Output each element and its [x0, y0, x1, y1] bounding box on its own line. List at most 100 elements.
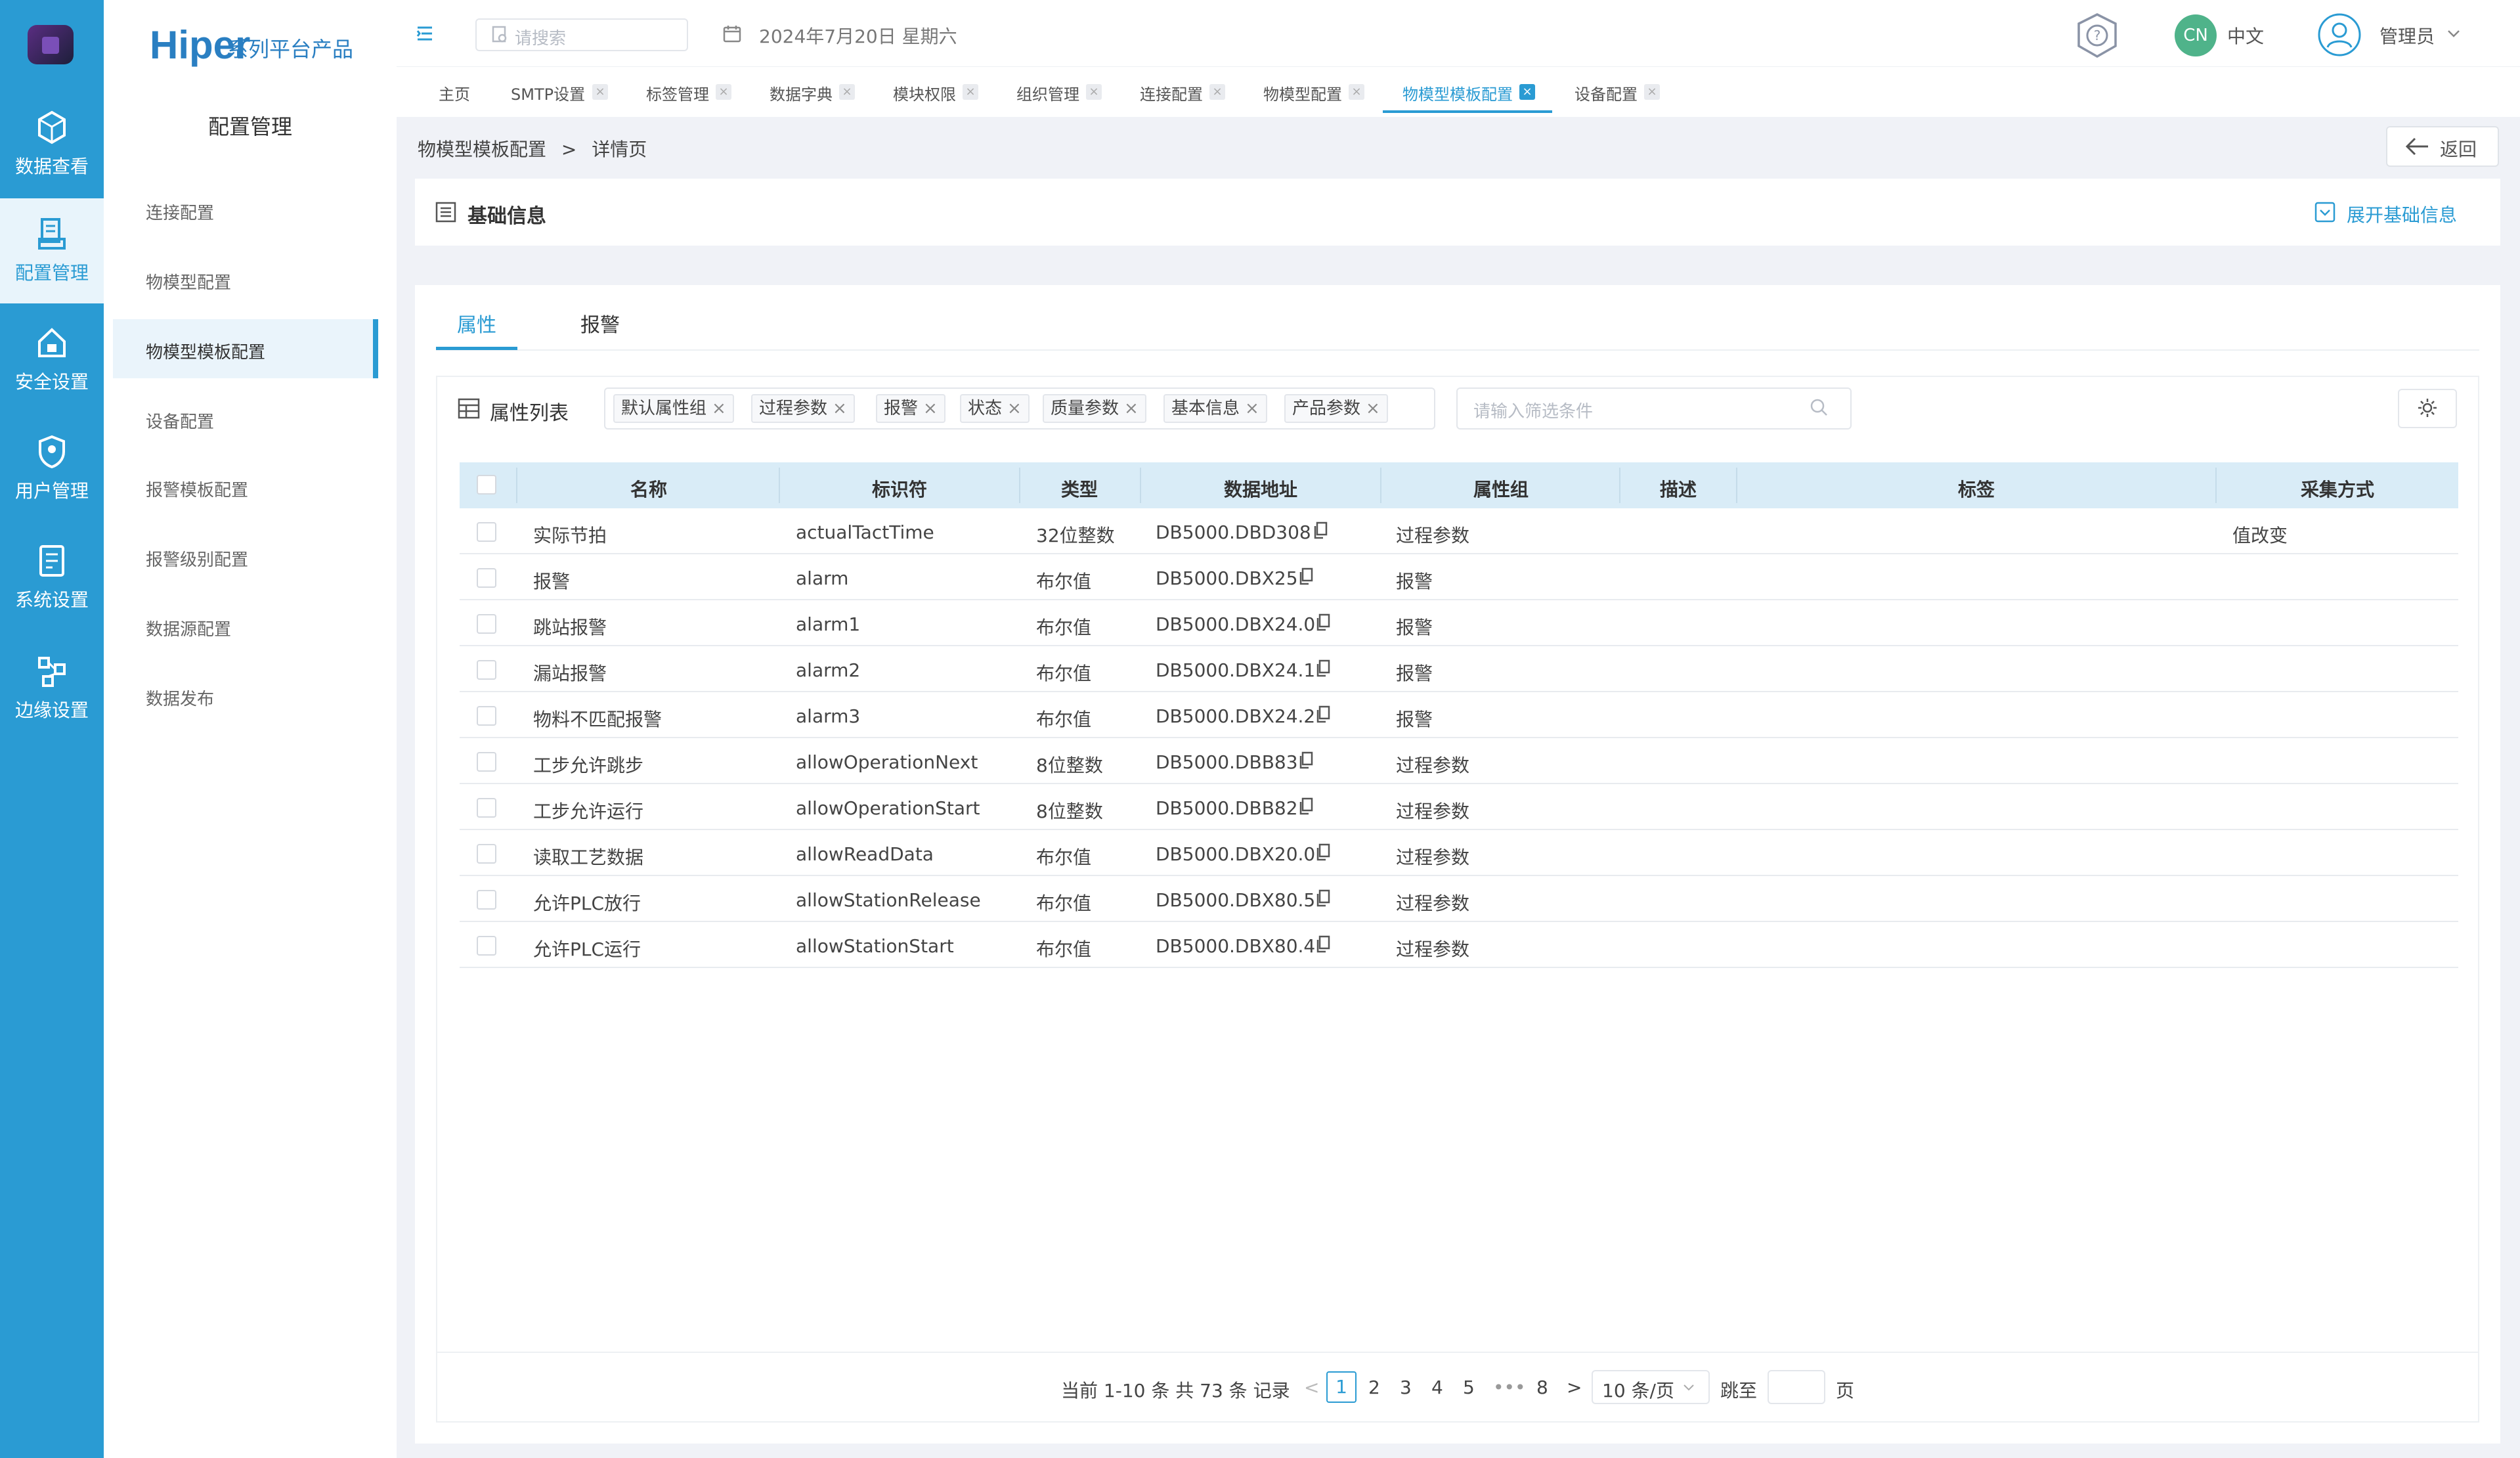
rail-item-system[interactable]: 系统设置: [0, 525, 104, 630]
jump-page-input[interactable]: [1768, 1370, 1825, 1404]
column-header-collect-mode[interactable]: 采集方式: [2217, 475, 2458, 502]
close-icon[interactable]: ×: [1366, 399, 1380, 418]
rail-item-data-view[interactable]: 数据查看: [0, 92, 104, 197]
sidebar-item-thing-template[interactable]: 物模型模板配置: [146, 339, 265, 363]
page-button[interactable]: 4: [1431, 1377, 1443, 1398]
tab-tags[interactable]: 标签管理: [646, 81, 709, 104]
copy-icon[interactable]: [1316, 613, 1330, 632]
row-checkbox[interactable]: [477, 660, 496, 680]
copy-icon[interactable]: [1316, 843, 1330, 862]
copy-icon[interactable]: [1316, 935, 1330, 954]
row-checkbox[interactable]: [477, 936, 496, 956]
breadcrumb-parent[interactable]: 物模型模板配置: [418, 139, 546, 160]
copy-icon[interactable]: [1316, 659, 1330, 678]
page-button-last[interactable]: 8: [1536, 1377, 1548, 1398]
sidebar-item-alarm-template[interactable]: 报警模板配置: [146, 477, 248, 501]
copy-icon[interactable]: [1299, 797, 1313, 816]
filter-chip[interactable]: 过程参数 ×: [751, 394, 855, 423]
sidebar-item-publish[interactable]: 数据发布: [146, 686, 214, 710]
row-checkbox[interactable]: [477, 890, 496, 910]
expand-icon[interactable]: [2314, 201, 2336, 223]
column-header-description[interactable]: 描述: [1620, 475, 1736, 502]
page-button[interactable]: 2: [1368, 1377, 1380, 1398]
tab-close-icon[interactable]: ×: [963, 84, 978, 100]
copy-icon[interactable]: [1299, 567, 1313, 586]
close-icon[interactable]: ×: [1124, 399, 1139, 418]
chevron-down-icon[interactable]: [1682, 1381, 1695, 1394]
close-icon[interactable]: ×: [1245, 399, 1259, 418]
tab-close-icon[interactable]: ×: [1209, 84, 1225, 100]
prev-page-button[interactable]: <: [1304, 1377, 1319, 1398]
sidebar-item-connection[interactable]: 连接配置: [146, 200, 214, 224]
copy-icon[interactable]: [1299, 751, 1313, 770]
tab-connection[interactable]: 连接配置: [1140, 81, 1203, 104]
pagination-ellipsis[interactable]: •••: [1493, 1377, 1526, 1398]
expand-basic-info-button[interactable]: 展开基础信息: [2347, 201, 2457, 227]
column-header-tags[interactable]: 标签: [1737, 475, 2215, 502]
search-icon[interactable]: [1808, 397, 1829, 418]
close-icon[interactable]: ×: [1007, 399, 1022, 418]
language-badge[interactable]: CN: [2175, 14, 2217, 56]
column-header-group[interactable]: 属性组: [1381, 475, 1620, 502]
close-icon[interactable]: ×: [923, 399, 938, 418]
page-size-label[interactable]: 10 条/页: [1602, 1377, 1674, 1403]
sidebar-item-thing-model[interactable]: 物模型配置: [146, 269, 231, 294]
filter-chip[interactable]: 基本信息 ×: [1163, 394, 1267, 423]
rail-item-config[interactable]: 配置管理: [0, 198, 104, 303]
rail-item-users[interactable]: 用户管理: [0, 416, 104, 521]
help-shield-icon[interactable]: ?: [2074, 12, 2121, 59]
tab-close-icon[interactable]: ×: [839, 84, 855, 100]
row-checkbox[interactable]: [477, 706, 496, 726]
tab-permissions[interactable]: 模块权限: [893, 81, 956, 104]
close-icon[interactable]: ×: [833, 399, 847, 418]
sidebar-item-device[interactable]: 设备配置: [146, 409, 214, 433]
copy-icon[interactable]: [1316, 705, 1330, 724]
row-checkbox[interactable]: [477, 752, 496, 772]
filter-chip[interactable]: 产品参数 ×: [1284, 394, 1388, 423]
chevron-down-icon[interactable]: [2446, 26, 2461, 41]
row-checkbox[interactable]: [477, 522, 496, 542]
tab-close-icon[interactable]: ×: [716, 84, 731, 100]
tab-alarms[interactable]: 报警: [580, 309, 620, 338]
tab-smtp[interactable]: SMTP设置: [511, 81, 585, 104]
column-header-address[interactable]: 数据地址: [1141, 475, 1380, 502]
row-checkbox[interactable]: [477, 798, 496, 818]
sidebar-item-alarm-level[interactable]: 报警级别配置: [146, 546, 248, 571]
page-button[interactable]: 5: [1463, 1377, 1475, 1398]
sidebar-item-datasource[interactable]: 数据源配置: [146, 616, 231, 640]
rail-item-security[interactable]: 安全设置: [0, 307, 104, 412]
tab-close-icon[interactable]: ×: [1086, 84, 1102, 100]
user-avatar-icon[interactable]: [2318, 13, 2361, 56]
tab-device[interactable]: 设备配置: [1575, 81, 1638, 104]
filter-chip[interactable]: 默认属性组 ×: [613, 394, 734, 423]
select-all-checkbox[interactable]: [477, 475, 496, 495]
tab-close-icon[interactable]: ×: [1644, 84, 1660, 100]
row-checkbox[interactable]: [477, 568, 496, 588]
tab-thing-template[interactable]: 物模型模板配置: [1402, 81, 1513, 104]
tab-close-icon[interactable]: ×: [1349, 84, 1364, 100]
tab-close-icon[interactable]: ×: [1519, 84, 1535, 100]
arrow-left-icon[interactable]: [2403, 134, 2431, 159]
row-checkbox[interactable]: [477, 844, 496, 864]
page-button[interactable]: 3: [1400, 1377, 1412, 1398]
page-button-current[interactable]: 1: [1326, 1371, 1357, 1403]
close-icon[interactable]: ×: [712, 399, 726, 418]
filter-chip[interactable]: 质量参数 ×: [1043, 394, 1146, 423]
back-label[interactable]: 返回: [2440, 135, 2477, 162]
row-checkbox[interactable]: [477, 614, 496, 634]
copy-icon[interactable]: [1313, 521, 1328, 540]
column-header-name[interactable]: 名称: [517, 475, 780, 502]
tab-home[interactable]: 主页: [439, 81, 470, 104]
filter-chip[interactable]: 状态 ×: [960, 394, 1030, 423]
tab-dictionary[interactable]: 数据字典: [770, 81, 833, 104]
rail-item-edge[interactable]: 边缘设置: [0, 636, 104, 741]
column-header-identifier[interactable]: 标识符: [780, 475, 1019, 502]
copy-icon[interactable]: [1316, 889, 1330, 908]
tab-thing-model[interactable]: 物模型配置: [1263, 81, 1342, 104]
column-header-type[interactable]: 类型: [1020, 475, 1139, 502]
language-label[interactable]: 中文: [2227, 22, 2264, 49]
next-page-button[interactable]: >: [1567, 1377, 1582, 1398]
collapse-menu-icon[interactable]: [415, 24, 435, 43]
tab-attributes[interactable]: 属性: [457, 309, 496, 338]
filter-chip[interactable]: 报警 ×: [876, 394, 945, 423]
